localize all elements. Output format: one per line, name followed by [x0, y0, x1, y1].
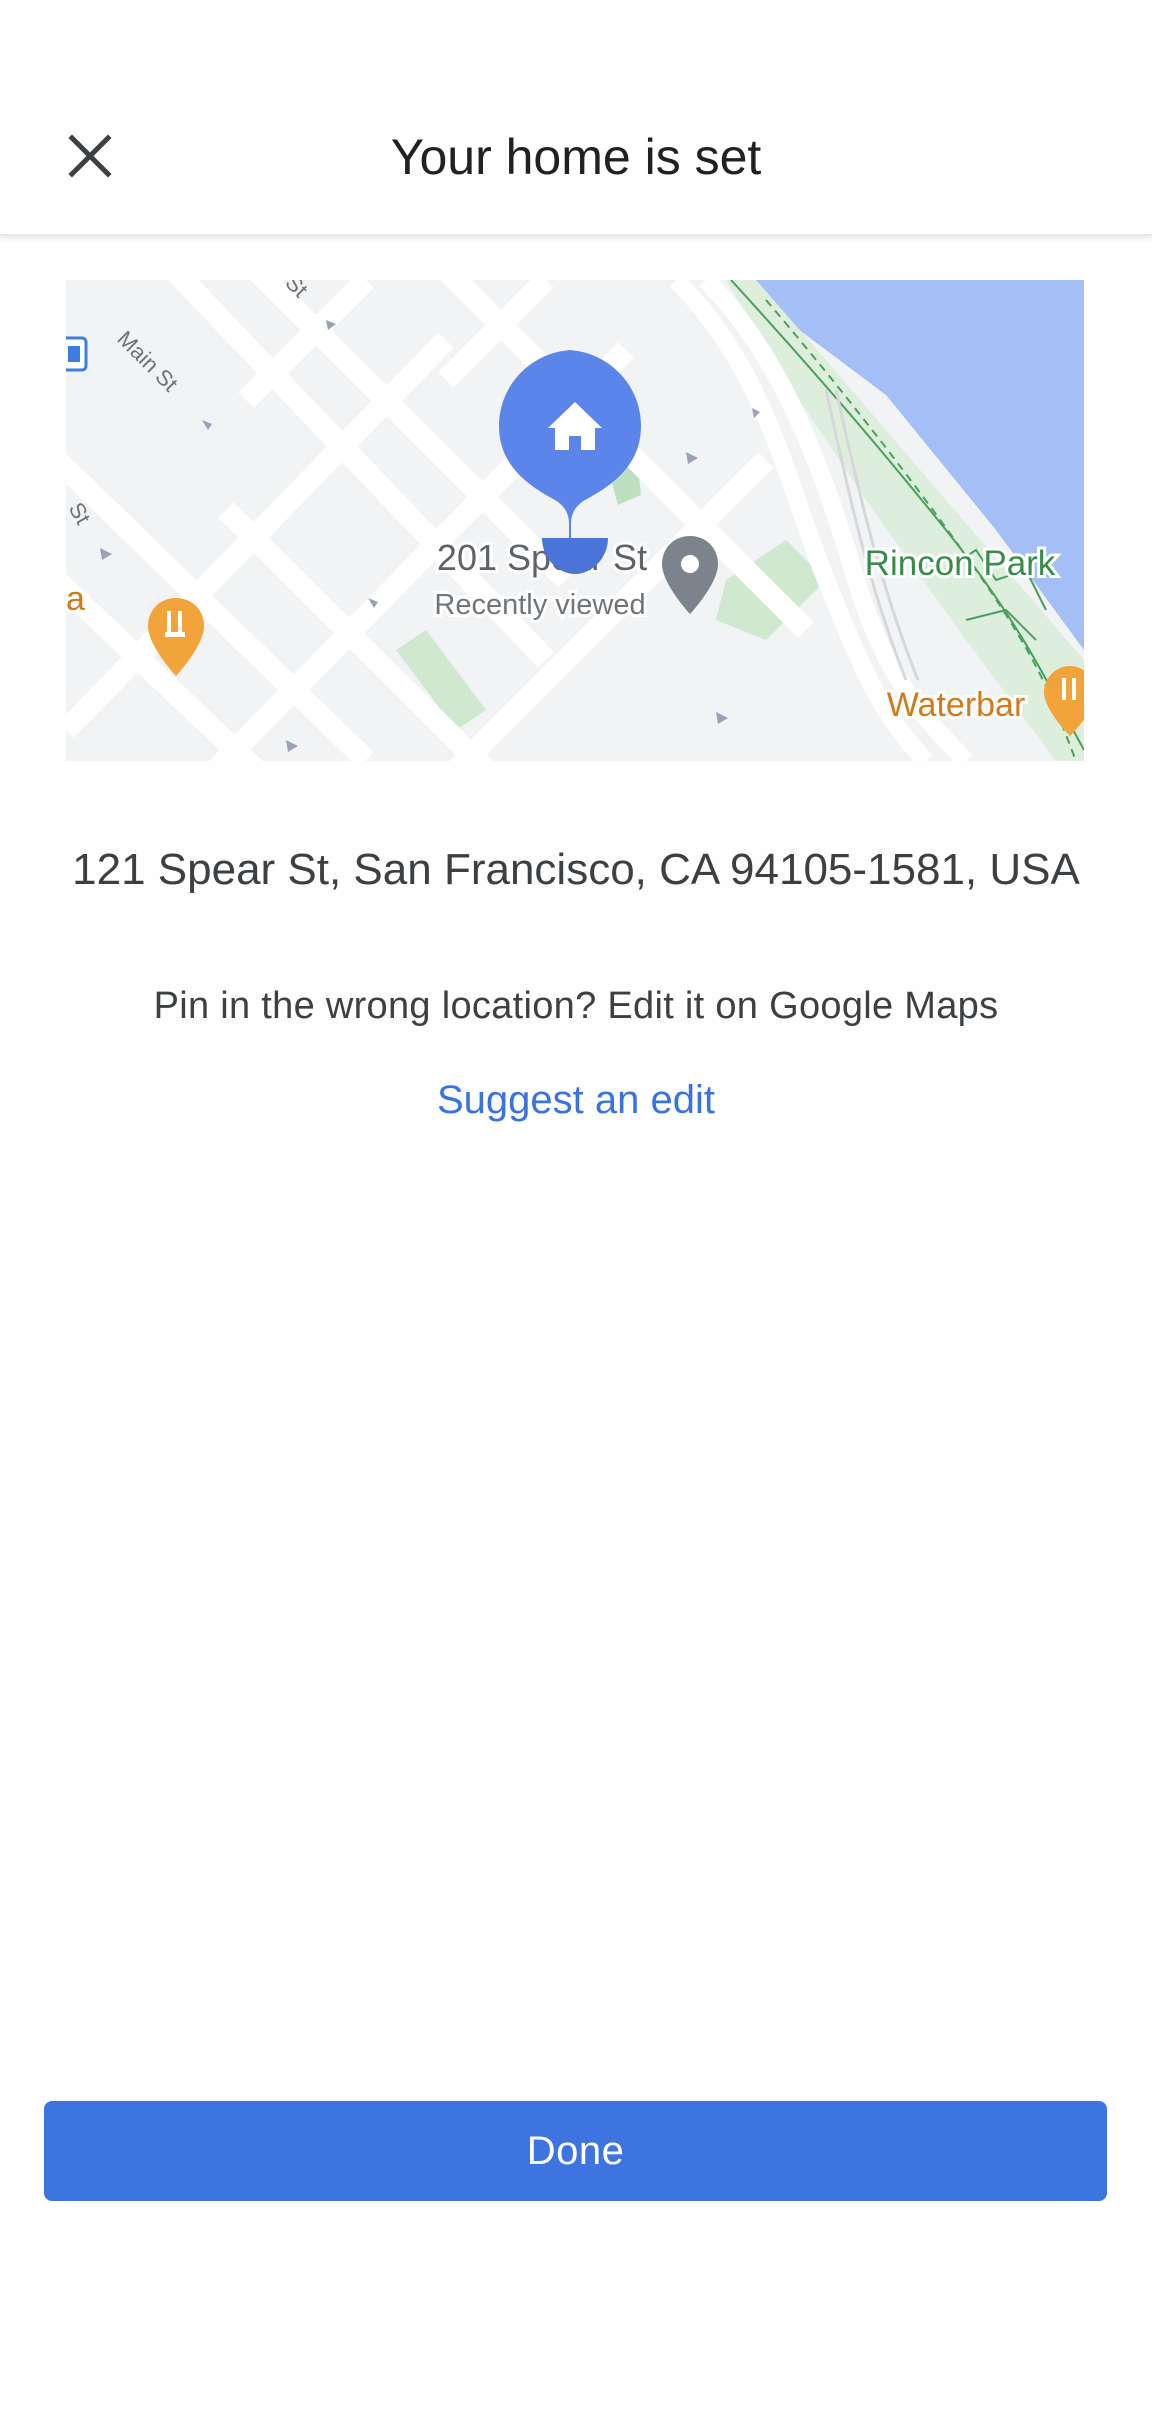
map-place-sublabel: Recently viewed — [434, 589, 645, 621]
home-set-screen: Your home is set Main St St St 201 Spear… — [0, 0, 1152, 2432]
map-park-label: Rincon Park — [865, 544, 1056, 583]
done-button[interactable]: Done — [44, 2101, 1107, 2201]
page-title: Your home is set — [390, 129, 762, 185]
map-restaurant-label: a — [66, 580, 85, 618]
edit-hint: Pin in the wrong location? Edit it on Go… — [153, 985, 999, 1027]
map-restaurant-label: Waterbar — [887, 686, 1026, 724]
app-bar: Your home is set — [0, 0, 1152, 235]
map-preview[interactable]: Main St St St 201 Spear St Recently view… — [66, 280, 1084, 761]
suggest-edit-link[interactable]: Suggest an edit — [376, 1068, 776, 1132]
home-address: 121 Spear St, San Francisco, CA 94105-15… — [72, 845, 1080, 894]
map-place-label: 201 Spear St — [437, 537, 647, 578]
